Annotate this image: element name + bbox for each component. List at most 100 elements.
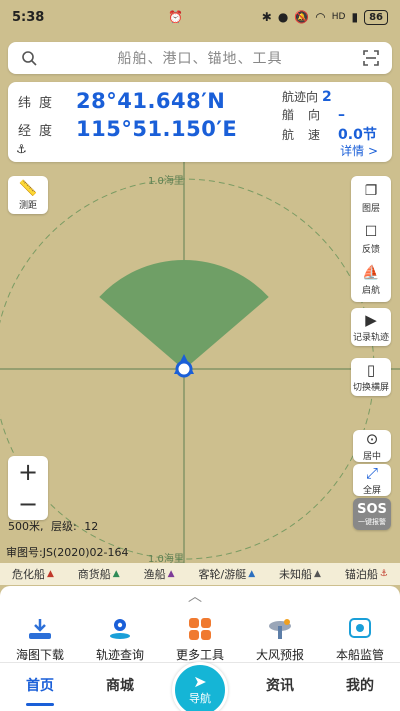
wind-icon: [265, 616, 295, 642]
latitude-label: 纬度: [18, 95, 61, 111]
details-link[interactable]: 详情 >: [340, 142, 378, 159]
status-bar: 5:38 ⏰ ✱ ● 🔕 ◠ HD ▮ 86: [0, 0, 400, 34]
layers-button[interactable]: ❐ 图层: [351, 178, 391, 218]
tab-mine[interactable]: 我的: [320, 663, 400, 711]
record-track-label: 记录轨迹: [352, 332, 389, 343]
sos-button[interactable]: SOS 一键报警: [353, 498, 391, 530]
fullscreen-label: 全屏: [362, 485, 381, 496]
tab-home[interactable]: 首页: [0, 663, 80, 711]
sos-label: SOS: [357, 501, 387, 517]
monitor-icon: [345, 616, 375, 642]
track-query-button[interactable]: 轨迹查询: [84, 616, 156, 663]
scale-level-label: 层级:: [51, 520, 77, 533]
signal-icon: ▮: [351, 10, 359, 24]
status-icons: ✱ ● 🔕 ◠ HD ▮ 86: [261, 9, 388, 25]
position-card[interactable]: 纬度 28°41.648′N 经度 115°51.150′E ⚓ 航迹向 2 艏…: [8, 82, 392, 162]
heading-row: 艏向 –: [282, 106, 345, 123]
mute-icon: 🔕: [294, 10, 310, 24]
heading-label: 艏向: [282, 108, 335, 122]
scan-icon[interactable]: [360, 47, 382, 69]
center-button[interactable]: ⊙ 居中: [353, 430, 391, 462]
vessel-icon: ▲: [314, 569, 321, 579]
sail-button[interactable]: ⛵ 启航: [351, 260, 391, 300]
speed-row: 航速 0.0节: [282, 124, 377, 144]
vessel-icon: ▲: [248, 569, 256, 579]
heading-sector: [99, 260, 269, 370]
paper-plane-icon: ➤: [193, 672, 207, 691]
tools-sheet: ︿ 海图下载 轨迹查询 更多工具 大风预报 本船监管: [0, 586, 400, 662]
tab-mall[interactable]: 商城: [80, 663, 160, 711]
tab-news[interactable]: 资讯: [240, 663, 320, 711]
longitude-row: 经度 115°51.150′E: [18, 117, 237, 141]
record-icon: ▶: [365, 310, 377, 329]
download-icon: [25, 616, 55, 642]
center-label: 居中: [362, 451, 381, 462]
layers-icon: ❐: [364, 182, 378, 199]
speed-label: 航速: [282, 127, 335, 142]
wifi-icon: ◠: [315, 10, 326, 24]
expand-icon: ⤢: [365, 463, 378, 482]
scale-level-value: 12: [84, 520, 99, 533]
longitude-value: 115°51.150′E: [76, 117, 238, 141]
ship-monitor-button[interactable]: 本船监管: [324, 616, 396, 663]
measure-button[interactable]: 📏 测距: [8, 176, 48, 214]
feedback-button[interactable]: ☐ 反馈: [351, 219, 391, 259]
ruler-icon: 📏: [18, 178, 38, 197]
landscape-label: 切换横屏: [352, 382, 389, 393]
tools-row: 海图下载 轨迹查询 更多工具 大风预报 本船监管: [0, 616, 400, 663]
record-track-button[interactable]: ▶ 记录轨迹: [351, 308, 391, 346]
vessel-icon: ▲: [112, 569, 120, 579]
vessel-legend: 危化船 ▲ 商货船 ▲ 渔船 ▲ 客轮/游艇 ▲ 未知船 ▲ 锚泊船 ⚓: [0, 563, 400, 585]
legend-item: 渔船 ▲: [143, 568, 175, 581]
map-approval-number: 审图号:JS(2020)02-164: [6, 546, 129, 559]
battery-indicator: 86: [364, 9, 388, 25]
navigation-button[interactable]: ➤ 导航: [172, 662, 228, 711]
map-pin-icon: [105, 616, 135, 642]
zoom-in-button[interactable]: +: [8, 456, 48, 488]
search-icon: [18, 47, 40, 69]
scale-distance: 500米,: [8, 520, 44, 533]
legend-item: 客轮/游艇 ▲: [198, 568, 256, 581]
measure-label: 测距: [18, 200, 37, 211]
grid-icon: [185, 616, 215, 642]
feedback-icon: ☐: [364, 223, 378, 240]
speed-value: 0.0节: [338, 127, 377, 143]
latitude-row: 纬度 28°41.648′N: [18, 89, 225, 113]
search-bar[interactable]: 船舶、港口、锚地、工具: [8, 42, 392, 74]
zoom-out-button[interactable]: −: [8, 488, 48, 520]
wind-forecast-button[interactable]: 大风预报: [244, 616, 316, 663]
legend-item: 锚泊船 ⚓: [344, 568, 388, 581]
bluetooth-icon: ✱: [261, 10, 272, 24]
legend-item: 未知船 ▲: [279, 568, 321, 581]
track-value: 2: [322, 88, 332, 105]
alarm-icon: ⏰: [168, 10, 183, 24]
track-row: 航迹向 2: [282, 88, 332, 105]
hd-icon: HD: [331, 12, 346, 22]
fullscreen-button[interactable]: ⤢ 全屏: [353, 464, 391, 496]
status-time: 5:38: [12, 9, 45, 25]
map-tools-panel: ❐ 图层 ☐ 反馈 ⛵ 启航: [351, 176, 391, 302]
chevron-up-icon[interactable]: ︿: [188, 586, 202, 606]
sos-sub-label: 一键报警: [358, 517, 386, 526]
landscape-button[interactable]: ▯ 切换横屏: [351, 358, 391, 396]
vessel-icon: ▲: [167, 569, 175, 579]
latitude-value: 28°41.648′N: [76, 89, 226, 113]
legend-item: 危化船 ▲: [11, 568, 54, 581]
layers-label: 图层: [361, 203, 380, 214]
feedback-label: 反馈: [361, 244, 380, 255]
navigation-label: 导航: [189, 692, 211, 705]
sail-label: 启航: [361, 285, 380, 296]
more-tools-button[interactable]: 更多工具: [164, 616, 236, 663]
heading-value: –: [338, 106, 346, 123]
legend-item: 商货船 ▲: [77, 568, 120, 581]
zoom-control: + −: [8, 456, 48, 520]
sail-icon: ⛵: [362, 264, 380, 281]
chart-download-button[interactable]: 海图下载: [4, 616, 76, 663]
own-ship-icon: [175, 360, 193, 378]
vessel-icon: ▲: [46, 569, 54, 579]
ring-label-top: 1.0海里: [148, 176, 184, 187]
rotate-screen-icon: ▯: [366, 360, 376, 379]
target-icon: ⊙: [365, 429, 379, 448]
search-placeholder: 船舶、港口、锚地、工具: [117, 51, 283, 67]
app-logo-icon: ⚓: [16, 142, 27, 156]
